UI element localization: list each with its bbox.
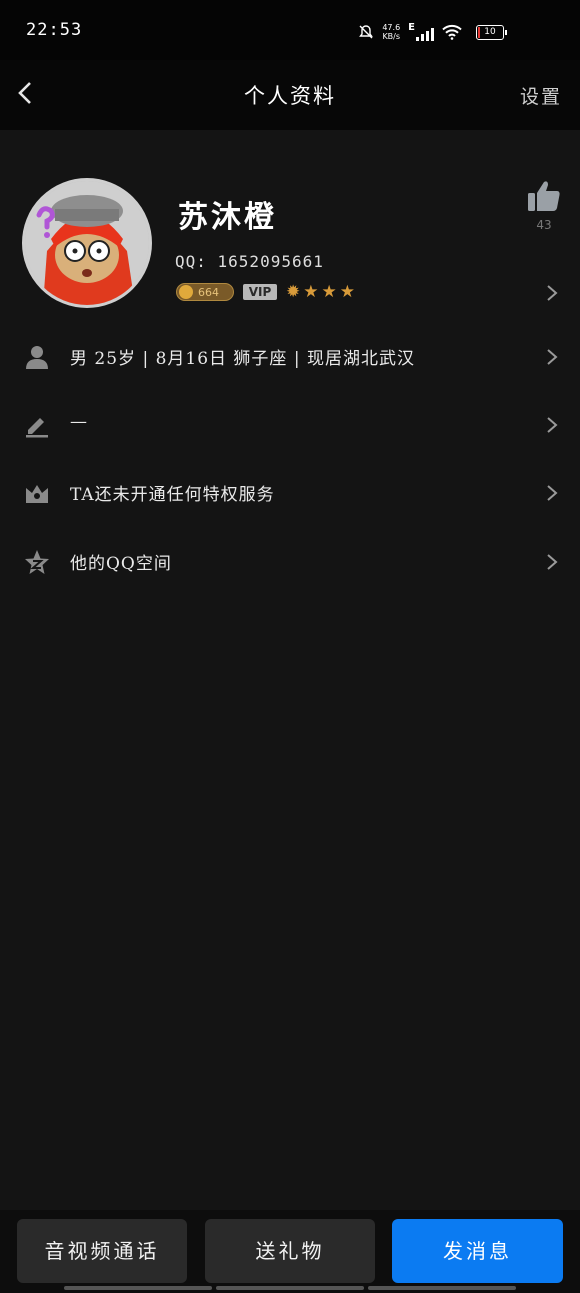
list-item-qzone[interactable]: 他的QQ空间: [0, 531, 580, 591]
network-speed-value: 47.6: [382, 22, 401, 32]
qq-number: QQ: 1652095661: [175, 252, 324, 271]
thumbs-up-icon: [528, 181, 560, 211]
level-stars: ✹ ★ ★ ★: [286, 281, 355, 302]
bottom-action-bar: 音视频通话 送礼物 发消息: [0, 1210, 580, 1293]
coin-badge: 664: [176, 283, 234, 301]
like-button[interactable]: 43: [526, 180, 562, 232]
status-time: 22:53: [26, 20, 83, 40]
network-type: E: [408, 22, 415, 33]
badge-row[interactable]: 664 VIP ✹ ★ ★ ★: [176, 283, 355, 301]
video-call-button[interactable]: 音视频通话: [17, 1219, 187, 1283]
coin-icon: [179, 285, 193, 299]
list-item-signature[interactable]: —: [0, 394, 580, 454]
chevron-right-icon: [547, 485, 558, 501]
star-level-icon: ★: [339, 281, 355, 302]
like-count: 43: [536, 218, 552, 232]
privileges-text: TA还未开通任何特权服务: [70, 485, 275, 505]
crown-icon: [26, 485, 48, 503]
send-gift-button[interactable]: 送礼物: [205, 1219, 375, 1283]
send-message-button[interactable]: 发消息: [392, 1219, 563, 1283]
qzone-text: 他的QQ空间: [70, 554, 172, 574]
avatar[interactable]: [22, 178, 152, 308]
star-level-icon: ★: [303, 281, 319, 302]
basic-info-text: 男 25岁 | 8月16日 狮子座 | 现居湖北武汉: [70, 349, 415, 369]
vip-badge: VIP: [243, 284, 277, 300]
list-item-basic-info[interactable]: 男 25岁 | 8月16日 狮子座 | 现居湖北武汉: [0, 326, 580, 386]
coin-value: 664: [198, 285, 219, 299]
chevron-right-icon[interactable]: [546, 284, 558, 302]
chevron-right-icon: [547, 417, 558, 433]
battery-icon: 10: [476, 25, 507, 40]
edit-icon: [26, 418, 48, 438]
profile-name: 苏沐橙: [178, 200, 277, 235]
person-icon: [26, 346, 48, 369]
chevron-right-icon: [547, 349, 558, 365]
mute-bell-icon: [359, 24, 374, 38]
signal-bars-icon: [416, 27, 434, 41]
qzone-star-icon: [25, 550, 49, 574]
list-item-privileges[interactable]: TA还未开通任何特权服务: [0, 462, 580, 522]
cell-signal: E: [408, 22, 434, 41]
avatar-image: [25, 181, 149, 305]
status-icons: 47.6 KB/s E: [358, 22, 462, 41]
sun-level-icon: ✹: [286, 281, 301, 302]
wifi-icon: [442, 24, 462, 40]
signature-text: —: [70, 412, 88, 432]
page-title: 个人资料: [244, 84, 336, 108]
chevron-right-icon: [547, 554, 558, 570]
network-speed-unit: KB/s: [382, 31, 401, 41]
status-bar: 22:53 47.6 KB/s E 10: [0, 0, 580, 60]
settings-button[interactable]: 设置: [520, 82, 562, 109]
network-speed: 47.6 KB/s: [382, 23, 400, 41]
nav-header: 个人资料 设置: [0, 60, 580, 130]
home-indicator: [64, 1286, 516, 1290]
battery-level: 10: [484, 27, 496, 37]
star-level-icon: ★: [321, 281, 337, 302]
